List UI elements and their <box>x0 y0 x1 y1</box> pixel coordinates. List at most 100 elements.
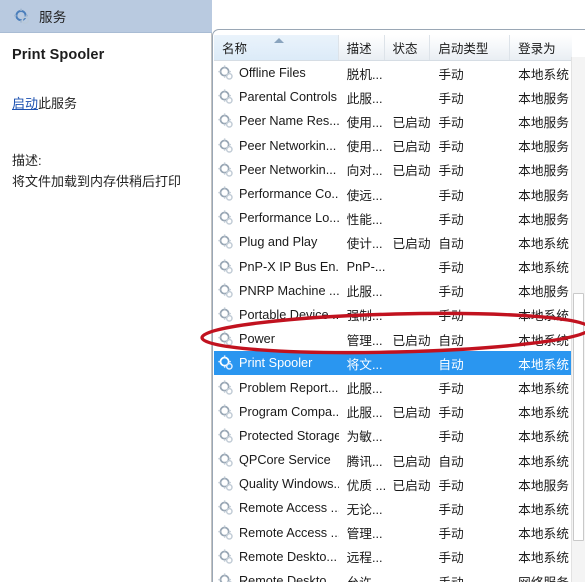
cell-name: PnP-X IP Bus En... <box>214 255 339 279</box>
cell-start: 手动 <box>430 206 510 230</box>
cell-state: 已启动 <box>385 109 431 133</box>
cell-text: 自动 <box>438 333 464 348</box>
cell-text: 自动 <box>438 454 464 469</box>
cell-text: 强制... <box>346 309 383 324</box>
cell-text: Peer Name Res... <box>239 114 339 129</box>
table-row[interactable]: Remote Access ... 无论... 手动 本地系统 <box>214 496 572 520</box>
cell-desc: 使用... <box>339 109 385 133</box>
service-gear-icon <box>218 573 234 582</box>
table-row[interactable]: Power 管理... 已启动 自动 本地系统 <box>214 327 572 351</box>
window-header: 服务 <box>0 0 212 33</box>
cell-text: Power <box>239 332 275 347</box>
cell-text: Quality Windows... <box>239 477 339 492</box>
column-header-label: 状态 <box>392 42 418 56</box>
table-row[interactable]: Parental Controls 此服... 手动 本地服务 <box>214 85 572 109</box>
cell-text: 本地系统 <box>518 551 569 566</box>
start-service-link[interactable]: 启动 <box>12 96 38 111</box>
table-row[interactable]: Remote Deskto... 允许... 手动 网络服务 <box>214 569 572 582</box>
cell-name: Remote Access ... <box>214 521 339 545</box>
cell-text: Protected Storage <box>239 428 339 443</box>
cell-logon: 本地系统 <box>510 327 572 351</box>
cell-name: Remote Access ... <box>214 496 339 520</box>
start-service-suffix: 此服务 <box>38 96 78 111</box>
service-gear-icon <box>218 186 234 202</box>
table-row[interactable]: Protected Storage 为敏... 手动 本地系统 <box>214 424 572 448</box>
cell-state <box>385 255 431 279</box>
cell-logon: 本地服务 <box>510 206 572 230</box>
table-row[interactable]: Portable Device ... 强制... 手动 本地系统 <box>214 303 572 327</box>
service-gear-icon <box>218 234 234 250</box>
cell-state <box>385 496 431 520</box>
cell-text: Peer Networkin... <box>239 162 337 177</box>
cell-text: 使用... <box>346 115 383 130</box>
cell-name: Protected Storage <box>214 424 339 448</box>
cell-logon: 本地系统 <box>510 545 572 569</box>
cell-text: PnP-X IP Bus En... <box>239 259 339 274</box>
table-row[interactable]: Performance Lo... 性能... 手动 本地服务 <box>214 206 572 230</box>
table-row[interactable]: Remote Deskto... 远程... 手动 本地系统 <box>214 545 572 569</box>
table-row[interactable]: Problem Report... 此服... 手动 本地系统 <box>214 375 572 399</box>
services-window: 服务 Print Spooler 启动此服务 描述: 将文件加载到内存供稍后打印… <box>0 0 585 582</box>
column-header-start[interactable]: 启动类型 <box>430 35 511 60</box>
table-row[interactable]: Peer Name Res... 使用... 已启动 手动 本地服务 <box>214 109 572 133</box>
cell-text: Parental Controls <box>239 90 338 105</box>
cell-state: 已启动 <box>385 134 431 158</box>
cell-state: 已启动 <box>385 158 431 182</box>
vertical-scrollbar[interactable] <box>571 57 585 582</box>
table-row[interactable]: Quality Windows... 优质 ... 已启动 手动 本地服务 <box>214 472 572 496</box>
cell-start: 手动 <box>430 255 510 279</box>
cell-logon: 本地系统 <box>510 255 572 279</box>
table-row[interactable]: Remote Access ... 管理... 手动 本地系统 <box>214 521 572 545</box>
service-gear-icon <box>218 138 234 154</box>
table-row[interactable]: PnP-X IP Bus En... PnP-... 手动 本地系统 <box>214 255 572 279</box>
cell-text: 性能... <box>346 212 383 227</box>
service-action-line: 启动此服务 <box>12 93 200 112</box>
service-gear-icon <box>218 452 234 468</box>
service-gear-icon <box>218 404 234 420</box>
cell-text: 本地系统 <box>518 261 569 276</box>
cell-text: 已启动 <box>392 406 431 421</box>
cell-logon: 本地服务 <box>510 134 572 158</box>
column-header-name[interactable]: 名称 <box>214 35 339 60</box>
table-row[interactable]: Offline Files 脱机... 手动 本地系统 <box>214 61 572 85</box>
cell-name: QPCore Service <box>214 448 339 472</box>
cell-logon: 本地服务 <box>510 182 572 206</box>
cell-state <box>385 375 431 399</box>
cell-text: 本地系统 <box>518 357 569 372</box>
cell-state <box>385 424 431 448</box>
column-header-state[interactable]: 状态 <box>385 35 431 60</box>
table-row[interactable]: QPCore Service 腾讯... 已启动 自动 本地系统 <box>214 448 572 472</box>
cell-text: 网络服务 <box>518 572 569 582</box>
cell-text: 手动 <box>438 140 464 155</box>
cell-desc: 使用... <box>339 134 385 158</box>
column-header-desc[interactable]: 描述 <box>339 35 385 60</box>
cell-text: 手动 <box>438 551 464 566</box>
cell-logon: 本地系统 <box>510 496 572 520</box>
cell-text: QPCore Service <box>239 453 331 468</box>
cell-state <box>385 303 431 327</box>
cell-logon: 本地服务 <box>510 472 572 496</box>
services-list-rows: Offline Files 脱机... 手动 本地系统 Parental Control… <box>214 61 572 582</box>
description-label: 描述: <box>12 153 42 168</box>
cell-text: 本地服务 <box>518 164 569 179</box>
cell-text: 手动 <box>438 115 464 130</box>
table-row[interactable]: Program Compa... 此服... 已启动 手动 本地系统 <box>214 400 572 424</box>
table-row[interactable]: Print Spooler 将文... 自动 本地系统 <box>214 351 572 376</box>
table-row[interactable]: Performance Co... 使远... 手动 本地服务 <box>214 182 572 206</box>
table-row[interactable]: PNRP Machine ... 此服... 手动 本地服务 <box>214 279 572 303</box>
cell-text: 为敏... <box>346 430 383 445</box>
table-row[interactable]: Peer Networkin... 使用... 已启动 手动 本地服务 <box>214 134 572 158</box>
cell-text: Peer Networkin... <box>239 138 337 153</box>
cell-state <box>385 569 431 582</box>
cell-logon: 本地服务 <box>510 85 572 109</box>
table-row[interactable]: Peer Networkin... 向对... 已启动 手动 本地服务 <box>214 158 572 182</box>
cell-desc: 为敏... <box>339 424 385 448</box>
scrollbar-thumb[interactable] <box>573 293 584 541</box>
cell-text: 手动 <box>438 430 464 445</box>
list-frame: 名称 描述 状态 启动类型 登录为 Offline Files 脱机... 手动 本地系统 Pa… <box>212 29 585 582</box>
column-header-label: 描述 <box>346 42 372 56</box>
cell-logon: 本地服务 <box>510 158 572 182</box>
column-header-logon[interactable]: 登录为 <box>510 35 572 60</box>
table-row[interactable]: Plug and Play 使计... 已启动 自动 本地系统 <box>214 230 572 254</box>
cell-text: 手动 <box>438 478 464 493</box>
